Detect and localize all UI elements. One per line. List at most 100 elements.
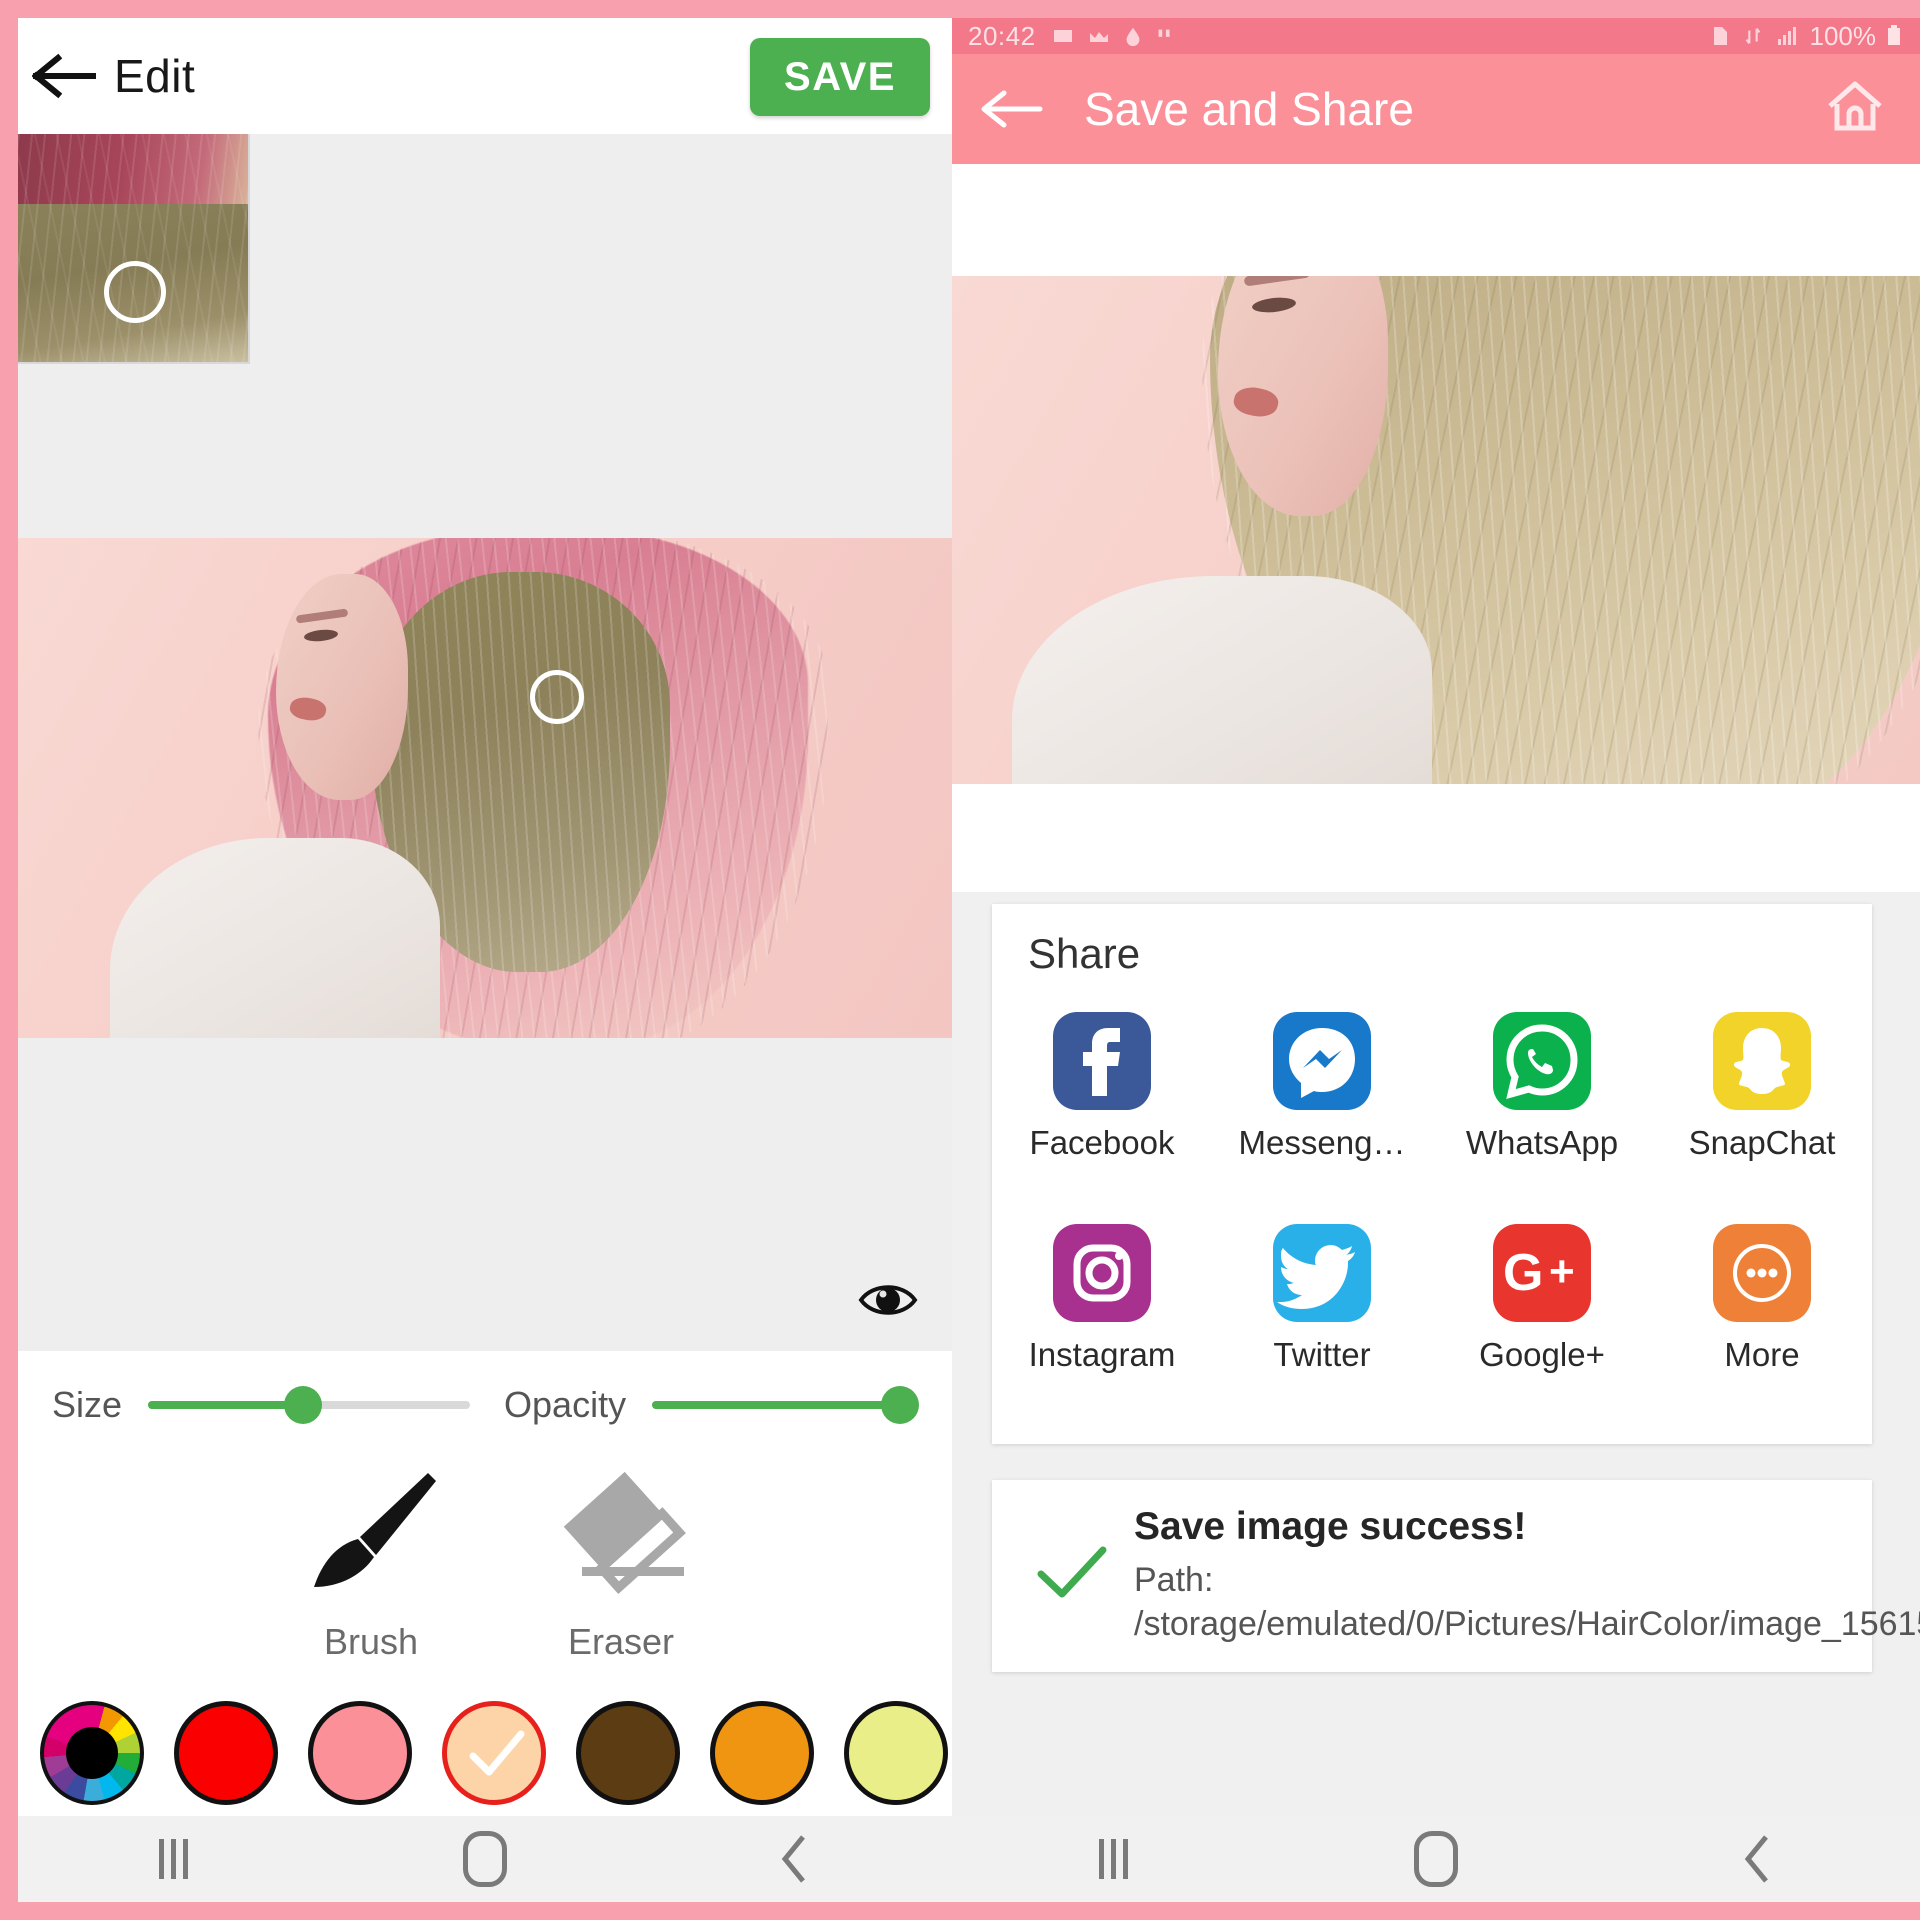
battery-full-icon — [1888, 25, 1900, 45]
share-back-button[interactable] — [966, 87, 1058, 131]
share-item-label: Google+ — [1479, 1336, 1605, 1373]
size-slider-knob[interactable] — [283, 1386, 322, 1424]
app-notification-icon — [1053, 30, 1072, 42]
save-success-title: Save image success! — [1134, 1505, 1527, 1549]
brush-tool-button[interactable]: Brush — [246, 1459, 496, 1679]
share-item-label: Twitter — [1273, 1336, 1371, 1373]
photo-bottom-spacer — [952, 784, 1920, 892]
arrow-left-icon — [981, 90, 1043, 128]
back-nav-button[interactable] — [721, 1816, 871, 1902]
signal-icon — [1777, 27, 1796, 45]
share-card: Share Facebook Messeng… WhatsApp SnapChat In… — [992, 904, 1872, 1444]
size-slider-fill — [148, 1401, 303, 1409]
home-button[interactable] — [1824, 78, 1886, 141]
eraser-tool-button[interactable]: Eraser — [496, 1459, 746, 1679]
share-item-label: Facebook — [1029, 1124, 1175, 1161]
messenger-glyph — [1289, 1028, 1355, 1098]
eraser-icon — [563, 1471, 686, 1595]
share-card-title: Share — [1028, 930, 1141, 977]
right-phone-screen: 20:42 100% Save and Share Share Facebook… — [952, 0, 1920, 1920]
recent-apps-button[interactable] — [1038, 1816, 1188, 1902]
share-appbar: Save and Share — [952, 54, 1920, 164]
photo-preview[interactable] — [18, 538, 952, 1038]
color-swatch-pink[interactable] — [308, 1701, 412, 1805]
sd-card-icon — [1713, 27, 1727, 45]
share-target-grid[interactable]: Facebook Messeng… WhatsApp SnapChat Instagra… — [992, 1012, 1872, 1436]
recent-apps-icon — [159, 1839, 189, 1879]
back-nav-button[interactable] — [1684, 1816, 1834, 1902]
color-swatch-color-wheel[interactable] — [40, 1701, 144, 1805]
color-swatch-row[interactable] — [18, 1689, 952, 1817]
back-button[interactable] — [18, 18, 110, 134]
facebook-icon — [1053, 1012, 1151, 1110]
home-icon — [1828, 81, 1882, 130]
share-item-twitter[interactable]: Twitter — [1212, 1224, 1432, 1436]
home-nav-button[interactable] — [1361, 1816, 1511, 1902]
droplet-icon — [1126, 27, 1139, 47]
size-label: Size — [52, 1384, 123, 1425]
edit-canvas[interactable] — [18, 134, 952, 1351]
home-nav-button[interactable] — [410, 1816, 560, 1902]
gallery-icon — [1089, 32, 1108, 42]
svg-text:+: + — [1549, 1247, 1575, 1296]
eye-icon — [858, 1285, 918, 1315]
twitter-icon — [1273, 1224, 1371, 1322]
swatch-check-icon — [469, 1730, 525, 1776]
paintbrush-icon — [314, 1473, 436, 1587]
result-photo — [952, 276, 1920, 784]
color-swatch-orange[interactable] — [710, 1701, 814, 1805]
face-region — [276, 574, 408, 800]
left-system-navbar — [18, 1816, 952, 1902]
share-item-googleplus[interactable]: G + Google+ — [1432, 1224, 1652, 1436]
opacity-slider[interactable] — [652, 1386, 920, 1424]
magnifier-strand-texture — [18, 134, 248, 362]
opacity-label: Opacity — [504, 1384, 627, 1425]
status-time: 20:42 — [968, 20, 1036, 51]
preview-toggle-button[interactable] — [856, 1277, 920, 1323]
color-swatch-peach[interactable] — [442, 1701, 546, 1805]
googleplus-icon: G + — [1493, 1224, 1591, 1322]
eraser-tool-label: Eraser — [567, 1621, 675, 1662]
data-transfer-icon — [1745, 28, 1760, 44]
page-title: Edit — [114, 50, 196, 102]
svg-text:G: G — [1503, 1244, 1543, 1302]
size-slider[interactable] — [148, 1386, 471, 1424]
share-item-label: SnapChat — [1688, 1124, 1836, 1161]
status-right-group: 100% — [1708, 21, 1905, 52]
share-item-label: More — [1724, 1336, 1800, 1373]
share-item-more[interactable]: More — [1652, 1224, 1872, 1436]
save-and-share-screen: 20:42 100% Save and Share Share Facebook… — [952, 18, 1920, 1902]
whatsapp-icon — [1493, 1012, 1591, 1110]
slider-row: Size Opacity — [18, 1363, 952, 1447]
snapchat-icon — [1713, 1012, 1811, 1110]
magnifier-preview — [18, 134, 250, 364]
right-system-navbar — [952, 1816, 1920, 1902]
share-item-messenger[interactable]: Messeng… — [1212, 1012, 1432, 1224]
twitter-glyph — [1277, 1245, 1355, 1309]
opacity-slider-fill — [652, 1401, 901, 1409]
instagram-icon — [1053, 1224, 1151, 1322]
share-item-snapchat[interactable]: SnapChat — [1652, 1012, 1872, 1224]
share-item-facebook[interactable]: Facebook — [992, 1012, 1212, 1224]
recent-apps-icon — [1098, 1839, 1128, 1879]
back-nav-icon — [1744, 1835, 1768, 1883]
share-item-instagram[interactable]: Instagram — [992, 1224, 1212, 1436]
color-swatch-red[interactable] — [174, 1701, 278, 1805]
color-swatch-yellow-green[interactable] — [844, 1701, 948, 1805]
share-item-label: Instagram — [1028, 1336, 1176, 1373]
opacity-slider-knob[interactable] — [881, 1386, 920, 1424]
brush-tool-label: Brush — [323, 1621, 419, 1662]
left-phone-screen: Edit SAVE Size Opacity Brush Eraser — [0, 0, 952, 1920]
instagram-glyph — [1073, 1244, 1131, 1302]
check-icon — [1037, 1546, 1107, 1597]
save-success-text: Save image success! Path: /storage/emula… — [1134, 1505, 1920, 1646]
recent-apps-button[interactable] — [99, 1816, 249, 1902]
color-swatch-dark-brown[interactable] — [576, 1701, 680, 1805]
save-success-card: Save image success! Path: /storage/emula… — [992, 1480, 1920, 1672]
whatsapp-glyph — [1506, 1024, 1578, 1099]
brush-cursor — [530, 670, 584, 724]
share-item-whatsapp[interactable]: WhatsApp — [1432, 1012, 1652, 1224]
tool-panel: Size Opacity Brush Eraser — [18, 1351, 952, 1830]
save-button[interactable]: SAVE — [750, 38, 930, 116]
tool-buttons: Brush Eraser — [18, 1459, 952, 1679]
